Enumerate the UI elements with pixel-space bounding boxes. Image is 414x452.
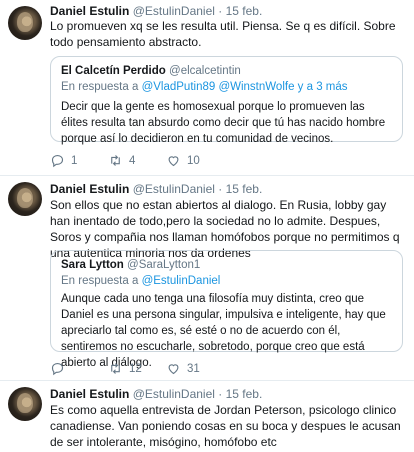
tweet-date[interactable]: 15 feb.: [226, 387, 263, 401]
tweet-header: Daniel Estulin @EstulinDaniel · 15 feb.: [50, 182, 262, 196]
author-name[interactable]: Daniel Estulin: [50, 387, 129, 401]
tweet-header: Daniel Estulin @EstulinDaniel · 15 feb.: [50, 387, 262, 401]
reply-button[interactable]: [50, 361, 71, 376]
separator-dot: ·: [218, 387, 223, 401]
reply-prefix: En respuesta a: [61, 275, 139, 287]
tweet-date[interactable]: 15 feb.: [226, 182, 263, 196]
like-count: 31: [187, 362, 200, 375]
quoted-header: Sara Lytton @SaraLytton1: [61, 259, 200, 271]
author-handle[interactable]: @EstulinDaniel: [133, 387, 215, 401]
author-name[interactable]: Daniel Estulin: [50, 182, 129, 196]
tweet-header: Daniel Estulin @EstulinDaniel · 15 feb.: [50, 4, 262, 18]
like-button[interactable]: 10: [166, 153, 200, 168]
retweet-count: 12: [129, 362, 142, 375]
author-name[interactable]: Daniel Estulin: [50, 4, 129, 18]
retweet-count: 4: [129, 154, 136, 167]
quoted-header: El Calcetín Perdido @elcalcetintin: [61, 65, 241, 77]
reply-mentions[interactable]: @VladPutin89 @WinstnWolfe y a 3 más: [142, 81, 348, 93]
avatar[interactable]: [8, 6, 42, 40]
quoted-text: Aunque cada uno tenga una filosofía muy …: [61, 293, 386, 369]
reply-context: En respuesta a @EstulinDaniel: [61, 275, 220, 287]
retweet-button[interactable]: 4: [108, 153, 135, 168]
quoted-author-handle: @elcalcetintin: [169, 65, 241, 77]
avatar[interactable]: [8, 387, 42, 421]
author-handle[interactable]: @EstulinDaniel: [133, 4, 215, 18]
quoted-tweet[interactable]: El Calcetín Perdido @elcalcetintin En re…: [50, 56, 403, 145]
quoted-author-handle: @SaraLytton1: [127, 259, 201, 271]
reply-mentions[interactable]: @EstulinDaniel: [142, 275, 221, 287]
reply-icon: [51, 154, 64, 168]
reply-context: En respuesta a @VladPutin89 @WinstnWolfe…: [61, 81, 348, 93]
retweet-button[interactable]: 12: [108, 361, 142, 376]
retweet-icon: [111, 363, 120, 374]
tweet[interactable]: Daniel Estulin @EstulinDaniel · 15 feb. …: [0, 176, 414, 381]
like-count: 10: [187, 154, 200, 167]
reply-icon: [51, 362, 64, 376]
heart-icon: [168, 156, 179, 167]
reply-button[interactable]: 1: [50, 153, 77, 168]
quoted-author-name: Sara Lytton: [61, 259, 124, 271]
avatar[interactable]: [8, 182, 42, 216]
like-button[interactable]: 31: [166, 361, 200, 376]
reply-prefix: En respuesta a: [61, 81, 139, 93]
tweet[interactable]: Daniel Estulin @EstulinDaniel · 15 feb. …: [0, 0, 414, 176]
separator-dot: ·: [218, 182, 223, 196]
tweet-text: Es como aquella entrevista de Jordan Pet…: [50, 403, 401, 449]
separator-dot: ·: [218, 4, 223, 18]
author-handle[interactable]: @EstulinDaniel: [133, 182, 215, 196]
heart-icon: [168, 364, 179, 375]
tweet-text: Lo promueven xq se les resulta util. Pie…: [50, 19, 396, 49]
tweet-date[interactable]: 15 feb.: [226, 4, 263, 18]
quoted-author-name: El Calcetín Perdido: [61, 65, 166, 77]
quoted-tweet[interactable]: Sara Lytton @SaraLytton1 En respuesta a …: [50, 250, 403, 369]
reply-count: 1: [71, 154, 78, 167]
quoted-text: Decir que la gente es homosexual porque …: [61, 101, 386, 145]
tweet[interactable]: Daniel Estulin @EstulinDaniel · 15 feb. …: [0, 381, 414, 452]
retweet-icon: [111, 155, 120, 166]
